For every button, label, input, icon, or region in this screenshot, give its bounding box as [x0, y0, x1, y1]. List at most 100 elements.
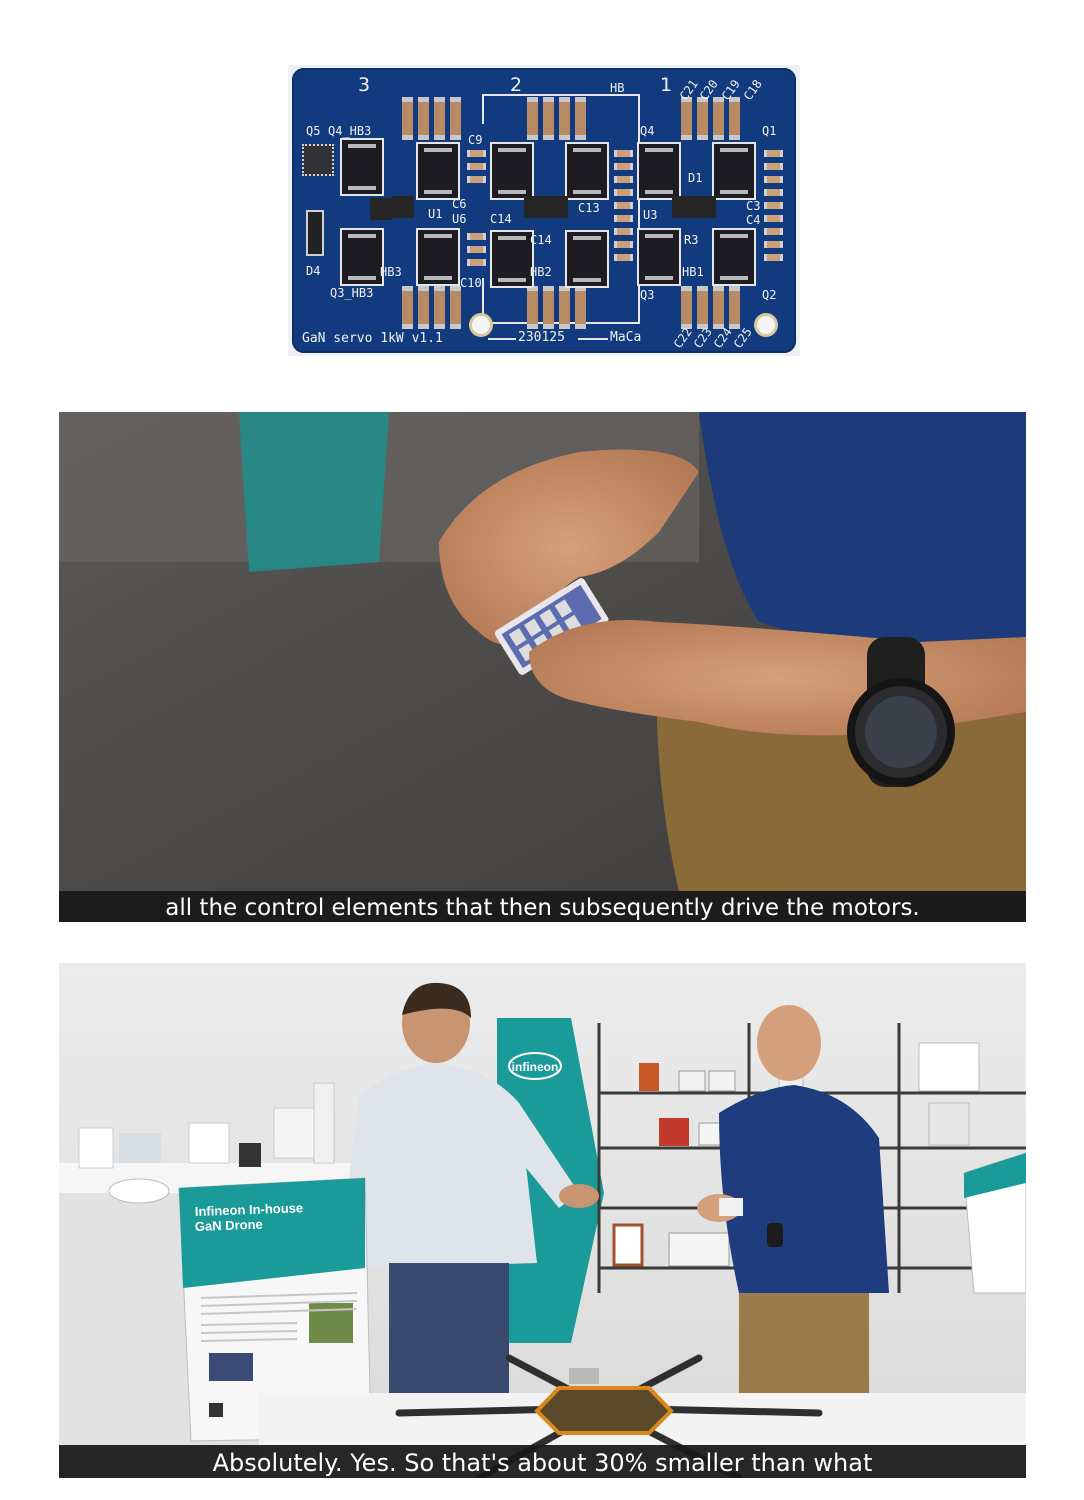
capacitor — [614, 163, 633, 170]
gan-transistor — [490, 230, 534, 288]
refdes-c14a: C14 — [490, 212, 512, 226]
shelf-item — [668, 1232, 730, 1267]
capacitor — [467, 176, 486, 183]
gan-transistor — [637, 142, 681, 200]
refdes-q3: Q3 — [640, 288, 655, 302]
product-display — [188, 1122, 230, 1164]
capacitor — [764, 176, 783, 183]
refdes-q1: Q1 — [762, 124, 777, 138]
product-display — [119, 1133, 161, 1163]
capacitor — [764, 241, 783, 248]
gan-transistor — [637, 228, 681, 286]
capacitor — [614, 189, 633, 196]
driver-ic — [672, 196, 694, 218]
capacitor — [614, 176, 633, 183]
capacitor — [418, 286, 429, 329]
capacitor — [614, 241, 633, 248]
video-frame-closeup: all the control elements that then subse… — [59, 412, 1026, 922]
refdes-c18: C18 — [740, 77, 765, 103]
capacitor — [434, 286, 445, 329]
driver-ic — [546, 196, 568, 218]
gan-transistor — [712, 228, 756, 286]
refdes-q5: Q5 — [306, 124, 321, 138]
subtitle-bar: Absolutely. Yes. So that's about 30% sma… — [59, 1445, 1026, 1478]
capacitor — [543, 286, 554, 329]
pcb-board: 3 2 HB 1 Q5 Q4_HB3 C9 C6 U1 U6 C14 C14 C… — [292, 68, 796, 353]
capacitor — [434, 97, 445, 140]
shelf-item — [612, 1223, 644, 1267]
capacitor — [681, 97, 692, 140]
capacitor — [527, 97, 538, 140]
board-label: GaN servo 1kW v1.1 — [302, 331, 443, 346]
refdes-u1: U1 — [428, 207, 443, 221]
capacitor — [697, 286, 708, 329]
capacitor — [764, 189, 783, 196]
capacitor — [527, 286, 538, 329]
capacitor — [467, 233, 486, 240]
refdes-u3: U3 — [643, 208, 658, 222]
gan-transistor — [416, 142, 460, 200]
capacitor — [467, 259, 486, 266]
watch-dial — [865, 696, 937, 768]
capacitor — [467, 163, 486, 170]
capacitor — [729, 286, 740, 329]
driver-ic — [392, 196, 414, 218]
capacitor — [467, 150, 486, 157]
date-code: 230125 — [518, 330, 565, 345]
refdes-c10: C10 — [460, 276, 482, 290]
capacitor — [614, 202, 633, 209]
capacitor — [559, 286, 570, 329]
capacitor — [418, 97, 429, 140]
capacitor — [559, 97, 570, 140]
refdes-hb3: HB3 — [380, 265, 402, 279]
product-display — [78, 1127, 114, 1169]
refdes-c4: C4 — [746, 213, 761, 227]
gan-transistor — [565, 230, 609, 288]
teal-display-blur — [239, 412, 389, 572]
pcb-trace — [488, 338, 516, 340]
gan-transistor — [416, 228, 460, 286]
refdes-c25: C25 — [730, 325, 755, 351]
refdes-u6: U6 — [452, 212, 467, 226]
mounting-hole — [469, 313, 493, 337]
capacitor — [450, 97, 461, 140]
refdes-q4-hb3: Q4_HB3 — [328, 124, 372, 138]
capacitor — [729, 97, 740, 140]
capacitor — [764, 150, 783, 157]
capacitor — [713, 97, 724, 140]
mounting-hole — [754, 313, 778, 337]
diode — [306, 210, 324, 256]
capacitor — [764, 228, 783, 235]
shelf-item — [708, 1070, 736, 1092]
gan-transistor — [340, 228, 384, 286]
poster-title-line2: GaN Drone — [195, 1217, 263, 1234]
product-display — [313, 1082, 335, 1164]
gan-transistor — [340, 138, 384, 196]
gan-transistor — [712, 142, 756, 200]
refdes-r3: R3 — [684, 233, 699, 247]
refdes-q4: Q4 — [640, 124, 655, 138]
capacitor — [764, 163, 783, 170]
refdes-c13: C13 — [578, 201, 600, 215]
refdes-q3-hb3: Q3_HB3 — [330, 286, 374, 300]
capacitor — [402, 97, 413, 140]
interview-scene: infineon Infineon In-house GaN Drone — [59, 963, 1026, 1478]
driver-ic — [694, 196, 716, 218]
capacitor — [402, 286, 413, 329]
capacitor — [697, 97, 708, 140]
pcb-photo: 3 2 HB 1 Q5 Q4_HB3 C9 C6 U1 U6 C14 C14 C… — [288, 65, 800, 356]
refdes-d4: D4 — [306, 264, 321, 278]
refdes-d1: D1 — [688, 171, 703, 185]
infineon-logo-text: infineon — [512, 1060, 559, 1074]
driver-ic — [370, 198, 392, 220]
capacitor — [614, 215, 633, 222]
capacitor — [713, 286, 724, 329]
drone-electronics — [569, 1368, 599, 1384]
refdes-hb1: HB1 — [682, 265, 704, 279]
video-frame-interview: infineon Infineon In-house GaN Drone Abs… — [59, 963, 1026, 1478]
product-display — [108, 1178, 170, 1204]
shelf-item — [928, 1102, 970, 1146]
capacitor — [614, 150, 633, 157]
capacitor — [450, 286, 461, 329]
gan-transistor — [490, 142, 534, 200]
